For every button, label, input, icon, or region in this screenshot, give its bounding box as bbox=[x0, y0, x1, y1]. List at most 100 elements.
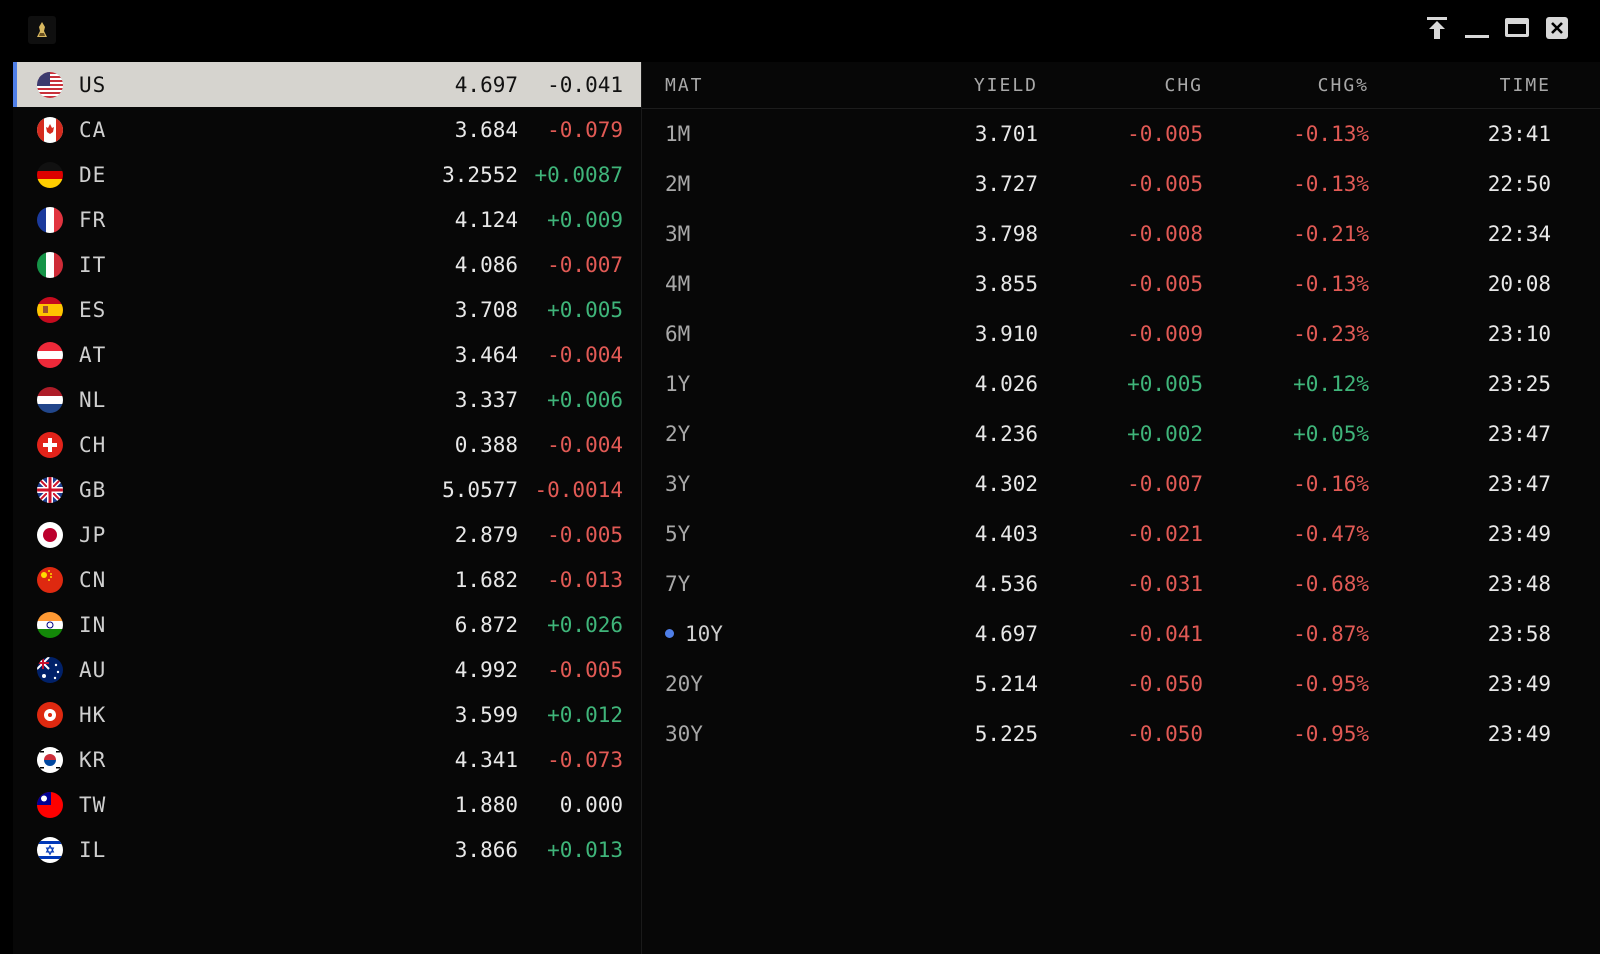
table-row[interactable]: 20Y 5.214 -0.050 -0.95% 23:49 bbox=[642, 660, 1600, 710]
close-icon[interactable] bbox=[1544, 14, 1570, 42]
header-chg-pct[interactable]: CHG% bbox=[1318, 75, 1369, 96]
table-row[interactable]: 30Y 5.225 -0.050 -0.95% 23:49 bbox=[642, 710, 1600, 760]
header-time[interactable]: TIME bbox=[1500, 75, 1551, 96]
country-row-hk[interactable]: HK 3.599 +0.012 bbox=[13, 692, 641, 737]
maturity-yield: 3.910 bbox=[974, 322, 1038, 346]
table-row-current[interactable]: 10Y 4.697 -0.041 -0.87% 23:58 bbox=[642, 610, 1600, 660]
country-row-jp[interactable]: JP 2.879 -0.005 bbox=[13, 512, 641, 557]
maturity-label: 20Y bbox=[665, 672, 703, 696]
country-code: TW bbox=[79, 792, 107, 817]
header-mat[interactable]: MAT bbox=[665, 75, 704, 96]
maturity-label: 4M bbox=[665, 272, 691, 296]
country-code: AU bbox=[79, 657, 107, 682]
maturity-change-pct: -0.13% bbox=[1293, 272, 1369, 296]
ca-flag-icon bbox=[37, 116, 63, 143]
country-change: +0.013 bbox=[547, 837, 623, 862]
country-row-ca[interactable]: CA 3.684 -0.079 bbox=[13, 107, 641, 152]
table-row[interactable]: 7Y 4.536 -0.031 -0.68% 23:48 bbox=[642, 560, 1600, 610]
in-flag-icon bbox=[37, 611, 63, 638]
maturity-yield: 5.225 bbox=[974, 722, 1038, 746]
country-row-it[interactable]: IT 4.086 -0.007 bbox=[13, 242, 641, 287]
country-row-in[interactable]: IN 6.872 +0.026 bbox=[13, 602, 641, 647]
country-row-il[interactable]: IL 3.866 +0.013 bbox=[13, 827, 641, 872]
maturity-change: -0.008 bbox=[1127, 222, 1203, 246]
country-yield: 3.2552 bbox=[442, 162, 518, 187]
maturity-label-text: 10Y bbox=[685, 622, 723, 646]
header-yield[interactable]: YIELD bbox=[974, 75, 1038, 96]
country-code: FR bbox=[79, 207, 107, 232]
country-row-nl[interactable]: NL 3.337 +0.006 bbox=[13, 377, 641, 422]
country-yield: 2.879 bbox=[454, 522, 518, 547]
maximize-icon[interactable] bbox=[1504, 14, 1530, 42]
country-change: +0.012 bbox=[547, 702, 623, 727]
country-code: CN bbox=[79, 567, 107, 592]
country-code: HK bbox=[79, 702, 107, 727]
maturity-label: 3M bbox=[665, 222, 691, 246]
country-list: US 4.697 -0.041 CA 3.684 -0.079 DE 3.255… bbox=[13, 62, 641, 954]
table-row[interactable]: 2Y 4.236 +0.002 +0.05% 23:47 bbox=[642, 410, 1600, 460]
country-row-fr[interactable]: FR 4.124 +0.009 bbox=[13, 197, 641, 242]
country-row-us[interactable]: US 4.697 -0.041 bbox=[13, 62, 641, 107]
maturity-time: 23:41 bbox=[1487, 122, 1551, 146]
hk-flag-icon bbox=[37, 701, 63, 728]
country-row-de[interactable]: DE 3.2552 +0.0087 bbox=[13, 152, 641, 197]
maturity-yield: 3.727 bbox=[974, 172, 1038, 196]
maturity-label: 1M bbox=[665, 122, 691, 146]
table-row[interactable]: 4M 3.855 -0.005 -0.13% 20:08 bbox=[642, 260, 1600, 310]
country-code: NL bbox=[79, 387, 107, 412]
table-row[interactable]: 2M 3.727 -0.005 -0.13% 22:50 bbox=[642, 160, 1600, 210]
country-row-ch[interactable]: CH 0.388 -0.004 bbox=[13, 422, 641, 467]
country-row-tw[interactable]: TW 1.880 0.000 bbox=[13, 782, 641, 827]
table-row[interactable]: 3Y 4.302 -0.007 -0.16% 23:47 bbox=[642, 460, 1600, 510]
table-row[interactable]: 5Y 4.403 -0.021 -0.47% 23:49 bbox=[642, 510, 1600, 560]
yield-curve-table: MAT YIELD CHG CHG% TIME 1M 3.701 -0.005 … bbox=[642, 62, 1600, 954]
country-change: +0.006 bbox=[547, 387, 623, 412]
app-logo-icon bbox=[28, 16, 56, 44]
country-code: AT bbox=[79, 342, 107, 367]
country-row-gb[interactable]: GB 5.0577 -0.0014 bbox=[13, 467, 641, 512]
country-yield: 3.337 bbox=[454, 387, 518, 412]
country-change: -0.041 bbox=[547, 72, 623, 97]
country-change: 0.000 bbox=[559, 792, 623, 817]
country-yield: 0.388 bbox=[454, 432, 518, 457]
table-row[interactable]: 1M 3.701 -0.005 -0.13% 23:41 bbox=[642, 110, 1600, 160]
country-row-es[interactable]: ES 3.708 +0.005 bbox=[13, 287, 641, 332]
maturity-label: 5Y bbox=[665, 522, 691, 546]
maturity-label: 7Y bbox=[665, 572, 691, 596]
country-row-au[interactable]: AU 4.992 -0.005 bbox=[13, 647, 641, 692]
country-yield: 3.708 bbox=[454, 297, 518, 322]
maturity-change: +0.005 bbox=[1127, 372, 1203, 396]
header-chg[interactable]: CHG bbox=[1164, 75, 1203, 96]
table-row[interactable]: 1Y 4.026 +0.005 +0.12% 23:25 bbox=[642, 360, 1600, 410]
maturity-label: 2Y bbox=[665, 422, 691, 446]
country-code: IL bbox=[79, 837, 107, 862]
country-code: US bbox=[79, 72, 107, 97]
pin-icon[interactable] bbox=[1424, 14, 1450, 42]
table-header: MAT YIELD CHG CHG% TIME bbox=[642, 62, 1600, 109]
maturity-change-pct: -0.95% bbox=[1293, 722, 1369, 746]
table-row[interactable]: 3M 3.798 -0.008 -0.21% 22:34 bbox=[642, 210, 1600, 260]
country-yield: 3.464 bbox=[454, 342, 518, 367]
country-code: JP bbox=[79, 522, 107, 547]
country-change: +0.005 bbox=[547, 297, 623, 322]
table-row[interactable]: 6M 3.910 -0.009 -0.23% 23:10 bbox=[642, 310, 1600, 360]
country-change: -0.004 bbox=[547, 342, 623, 367]
us-flag-icon bbox=[37, 71, 63, 98]
country-change: +0.0087 bbox=[534, 162, 623, 187]
maturity-label: 30Y bbox=[665, 722, 703, 746]
country-row-kr[interactable]: KR 4.341 -0.073 bbox=[13, 737, 641, 782]
country-row-cn[interactable]: CN 1.682 -0.013 bbox=[13, 557, 641, 602]
country-code: CA bbox=[79, 117, 107, 142]
minimize-icon[interactable] bbox=[1464, 14, 1490, 42]
maturity-change-pct: -0.95% bbox=[1293, 672, 1369, 696]
country-yield: 6.872 bbox=[454, 612, 518, 637]
country-change: -0.073 bbox=[547, 747, 623, 772]
maturity-time: 23:48 bbox=[1487, 572, 1551, 596]
maturity-yield: 4.536 bbox=[974, 572, 1038, 596]
maturity-label-current: 10Y bbox=[665, 622, 723, 646]
maturity-change-pct: -0.13% bbox=[1293, 122, 1369, 146]
at-flag-icon bbox=[37, 341, 63, 368]
maturity-change-pct: -0.68% bbox=[1293, 572, 1369, 596]
maturity-change-pct: -0.23% bbox=[1293, 322, 1369, 346]
country-row-at[interactable]: AT 3.464 -0.004 bbox=[13, 332, 641, 377]
